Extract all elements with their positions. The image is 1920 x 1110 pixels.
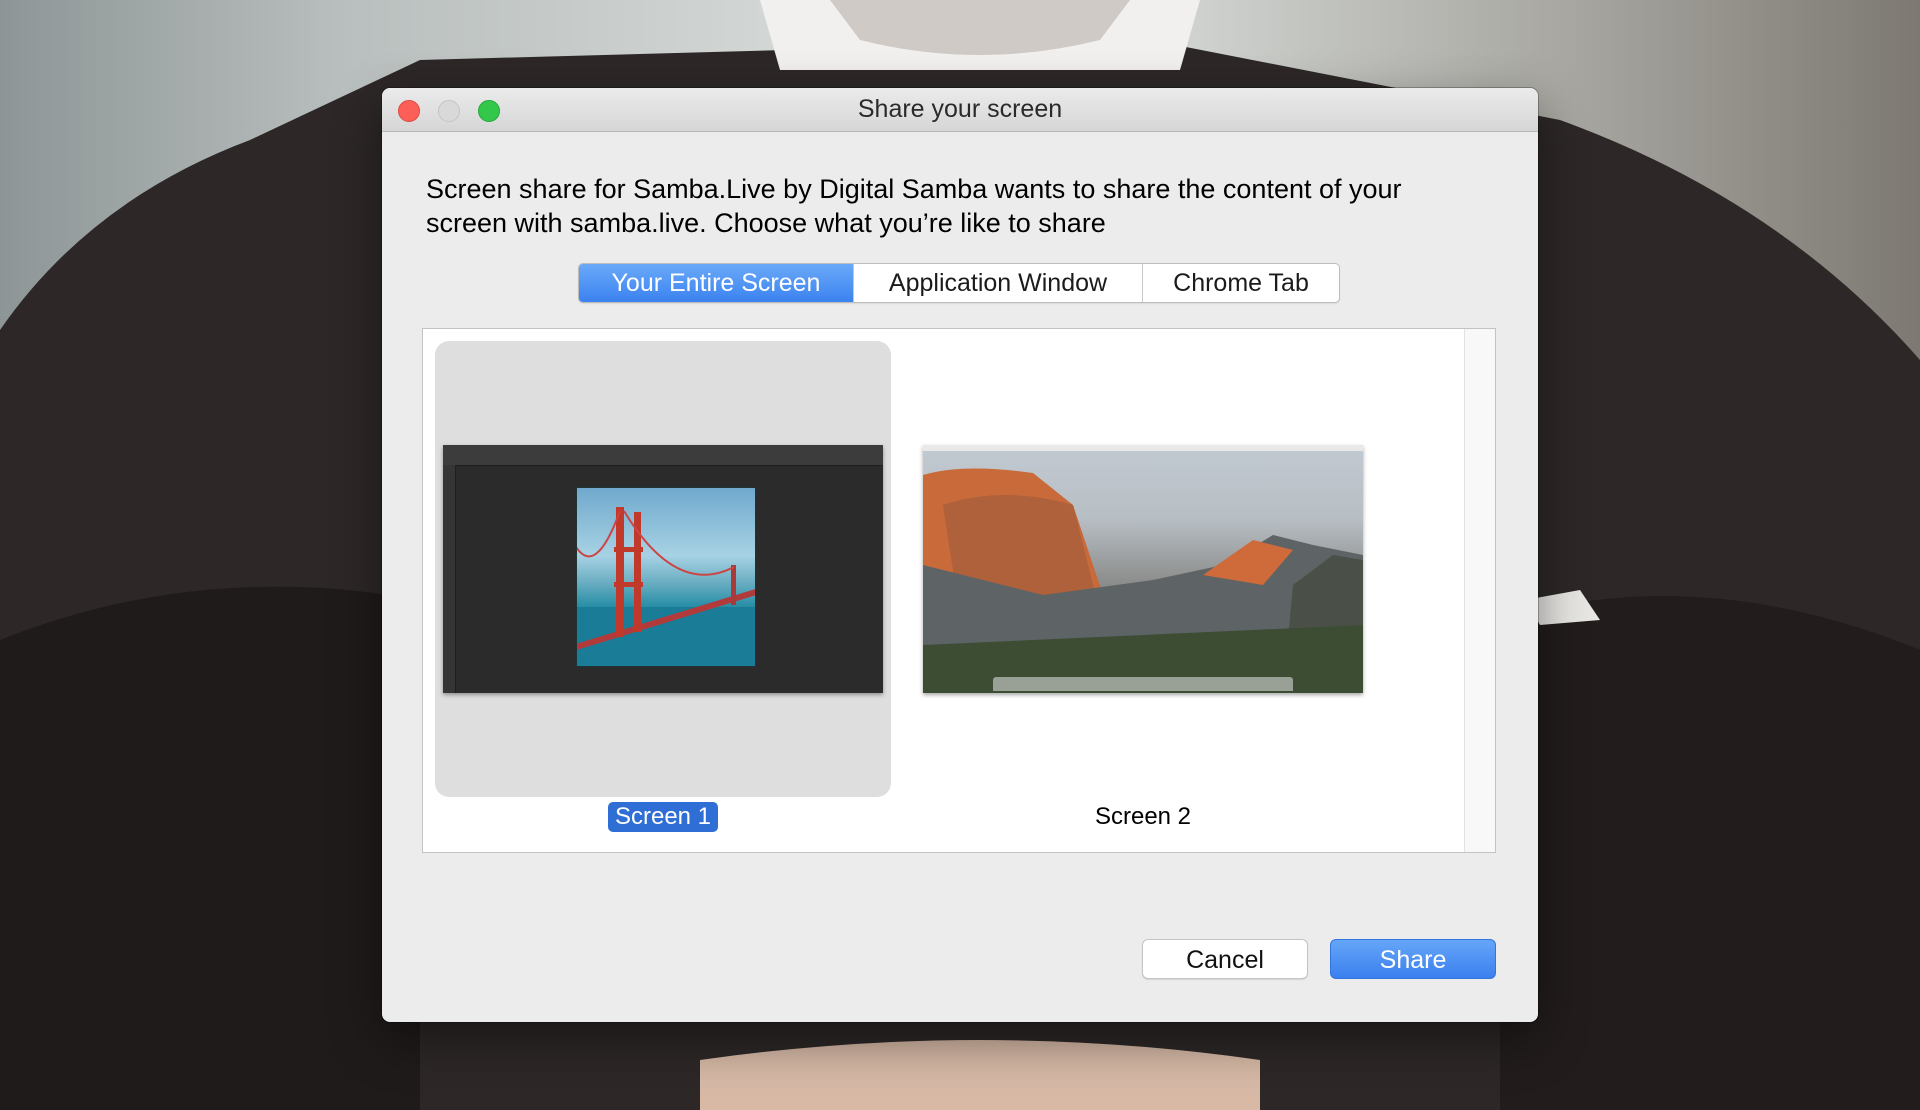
share-screen-dialog: Share your screen Screen share for Samba… [382, 88, 1538, 1022]
screen-1-thumbnail[interactable] [443, 445, 883, 693]
cancel-button[interactable]: Cancel [1142, 939, 1308, 979]
title-bar: Share your screen [382, 88, 1538, 132]
bridge-illustration [576, 487, 756, 667]
tab-your-entire-screen[interactable]: Your Entire Screen [579, 264, 853, 302]
share-button[interactable]: Share [1330, 939, 1496, 979]
dock-preview [993, 677, 1293, 691]
tab-application-window[interactable]: Application Window [853, 264, 1142, 302]
editor-menubar-preview [443, 445, 883, 466]
scrollbar-track[interactable] [1464, 329, 1495, 852]
screen-2-thumbnail[interactable] [923, 445, 1363, 693]
share-prompt-text: Screen share for Samba.Live by Digital S… [426, 174, 1402, 238]
screen-2-label[interactable]: Screen 2 [1088, 802, 1198, 832]
share-source-tabs: Your Entire Screen Application Window Ch… [578, 263, 1340, 303]
screen-1-label[interactable]: Screen 1 [607, 802, 719, 832]
tab-chrome-tab[interactable]: Chrome Tab [1142, 264, 1339, 302]
screen-2-label-container: Screen 2 [915, 802, 1371, 832]
screen-picker-panel: Screen 1 Screen 2 [422, 328, 1496, 853]
bridge-photo-preview [576, 487, 756, 667]
dialog-title: Share your screen [857, 95, 1063, 123]
screen-1-label-container: Screen 1 [435, 802, 891, 832]
mountain-wallpaper-illustration [923, 445, 1363, 693]
editor-toolbar-preview [443, 465, 456, 693]
